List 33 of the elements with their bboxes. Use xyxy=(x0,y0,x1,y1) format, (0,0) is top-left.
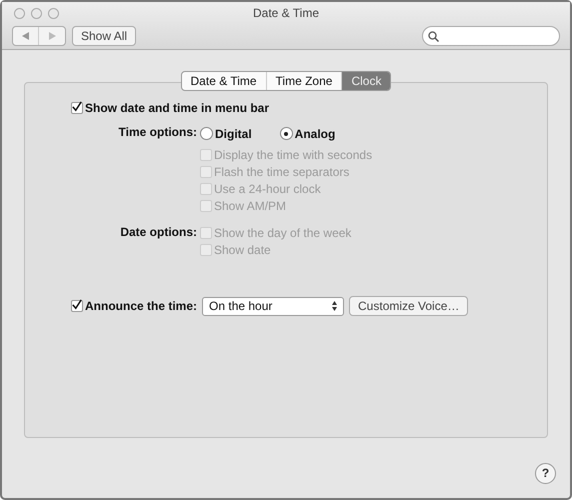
checkbox-label: Show the day of the week xyxy=(214,224,352,242)
close-button[interactable] xyxy=(14,8,25,19)
checkbox-label: Show date xyxy=(214,242,271,258)
window-title: Date & Time xyxy=(252,6,320,20)
checkbox-label: Announce the time: xyxy=(85,298,198,315)
show-all-button[interactable]: Show All xyxy=(72,26,136,46)
help-button[interactable]: ? xyxy=(535,463,556,484)
back-icon[interactable] xyxy=(22,32,29,40)
checkbox[interactable] xyxy=(71,102,83,114)
customize-voice-button[interactable]: Customize Voice… xyxy=(349,296,468,316)
stepper-icon xyxy=(332,301,338,311)
radio-label: Digital xyxy=(215,126,252,142)
checkbox-label: Use a 24-hour clock xyxy=(214,180,321,198)
dropdown[interactable]: On the hour xyxy=(202,296,344,316)
checkbox-label: Show date and time in menu bar xyxy=(85,100,270,116)
checkbox-label: Flash the time separators xyxy=(214,164,350,180)
tab[interactable]: Clock xyxy=(341,72,390,90)
checkbox[interactable] xyxy=(71,300,83,312)
tab[interactable]: Date & Time xyxy=(182,72,266,90)
checkbox-label: Display the time with seconds xyxy=(214,146,372,164)
navigation-control[interactable] xyxy=(12,26,66,46)
radio-button[interactable] xyxy=(280,127,293,140)
search-field[interactable] xyxy=(422,26,560,46)
option-label: Time options: xyxy=(118,124,197,141)
radio-label: Analog xyxy=(294,126,336,142)
option-label: Date options: xyxy=(119,224,197,241)
search-icon xyxy=(428,30,439,42)
dropdown-value: On the hour xyxy=(209,298,272,315)
zoom-button[interactable] xyxy=(48,8,59,19)
minimize-button[interactable] xyxy=(31,8,42,19)
checkbox-label: Show AM/PM xyxy=(214,198,286,214)
forward-icon[interactable] xyxy=(48,32,56,40)
radio-button[interactable] xyxy=(200,127,213,140)
